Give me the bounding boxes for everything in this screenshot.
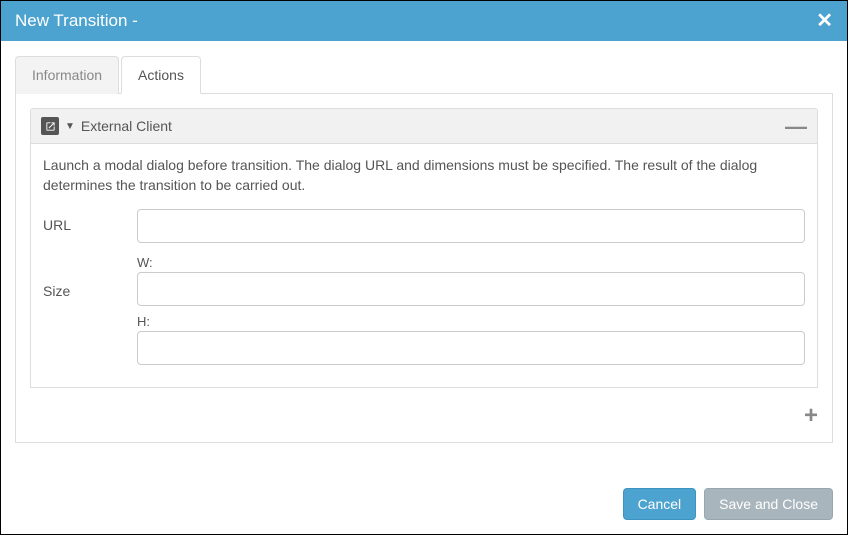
- tab-label: Actions: [138, 67, 184, 83]
- size-row: Size W: H:: [43, 253, 805, 365]
- add-icon[interactable]: +: [804, 404, 818, 428]
- dialog-footer: Cancel Save and Close: [623, 488, 833, 520]
- tab-content-actions: ▼ External Client — Launch a modal dialo…: [15, 94, 833, 443]
- panel-header-left: ▼ External Client: [41, 117, 172, 135]
- panel-body: Launch a modal dialog before transition.…: [30, 144, 818, 388]
- external-link-icon: [41, 117, 59, 135]
- width-sub-label: W:: [137, 255, 805, 270]
- tab-label: Information: [32, 67, 102, 83]
- tab-information[interactable]: Information: [15, 56, 119, 94]
- dialog-title: New Transition -: [15, 11, 138, 31]
- tab-actions[interactable]: Actions: [121, 56, 201, 94]
- dialog-body: Information Actions ▼ External Client — …: [1, 41, 847, 457]
- url-input[interactable]: [137, 209, 805, 243]
- height-input[interactable]: [137, 331, 805, 365]
- size-label: Size: [43, 253, 137, 299]
- close-icon[interactable]: ✕: [816, 11, 833, 31]
- dialog-header: New Transition - ✕: [1, 1, 847, 41]
- url-label: URL: [43, 209, 137, 233]
- save-and-close-button[interactable]: Save and Close: [704, 488, 833, 520]
- panel-description: Launch a modal dialog before transition.…: [43, 156, 805, 195]
- url-row: URL: [43, 209, 805, 243]
- height-sub-label: H:: [137, 314, 805, 329]
- tab-bar: Information Actions: [15, 55, 833, 94]
- collapse-icon[interactable]: —: [785, 121, 807, 132]
- width-input[interactable]: [137, 272, 805, 306]
- dropdown-caret-icon[interactable]: ▼: [65, 121, 75, 132]
- cancel-button-label: Cancel: [638, 496, 682, 512]
- save-button-label: Save and Close: [719, 496, 818, 512]
- panel-title: External Client: [81, 118, 172, 134]
- panel-header: ▼ External Client —: [30, 108, 818, 144]
- cancel-button[interactable]: Cancel: [623, 488, 697, 520]
- add-row: +: [30, 404, 818, 428]
